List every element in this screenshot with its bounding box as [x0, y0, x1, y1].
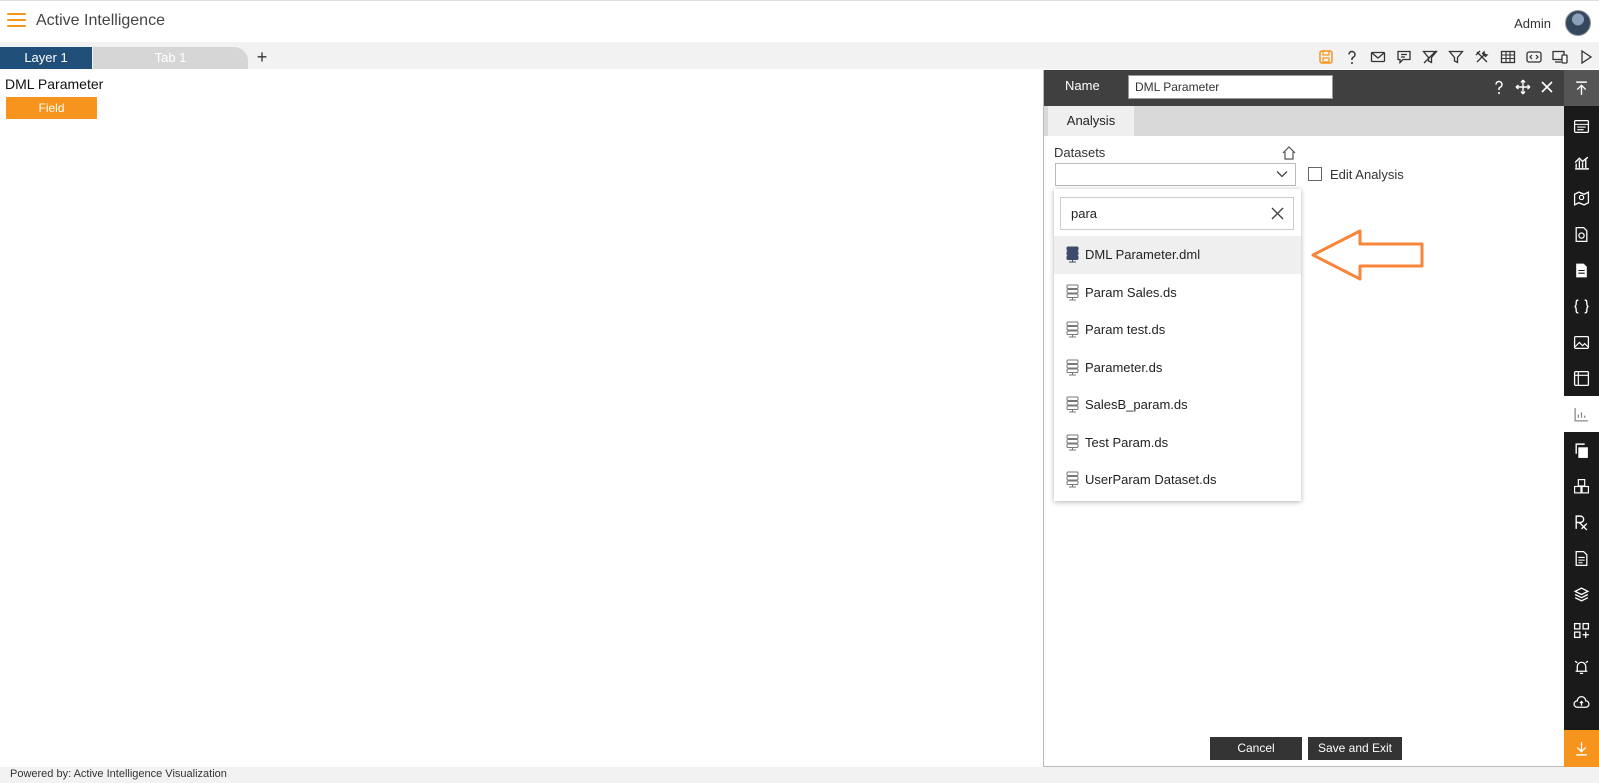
- dataset-list-item[interactable]: Test Param.ds: [1054, 424, 1301, 462]
- dataset-list-item-label: Test Param.ds: [1085, 434, 1169, 450]
- dataset-list-item[interactable]: DML Parameter.dml: [1054, 236, 1301, 274]
- dataset-list-item[interactable]: Param Sales.ds: [1054, 274, 1301, 312]
- help-icon[interactable]: [1491, 78, 1507, 96]
- edit-analysis-checkbox[interactable]: [1308, 167, 1322, 181]
- layers-icon[interactable]: [1564, 576, 1599, 612]
- menu-icon[interactable]: [7, 13, 26, 29]
- toolbar: [1317, 48, 1595, 66]
- database-icon: [1066, 471, 1079, 488]
- clear-filter-icon[interactable]: [1421, 48, 1439, 66]
- grid-widget-icon[interactable]: [1564, 108, 1599, 144]
- document-chart-icon[interactable]: [1564, 216, 1599, 252]
- top-bar: Active Intelligence Admin: [0, 0, 1599, 42]
- alarm-icon[interactable]: [1564, 648, 1599, 684]
- tab-strip: Layer 1 Tab 1 +: [0, 42, 1599, 69]
- clear-search-icon[interactable]: [1270, 206, 1285, 221]
- dataset-list-item-label: Param Sales.ds: [1085, 284, 1177, 300]
- dataset-list-item-label: DML Parameter.dml: [1085, 247, 1201, 263]
- rx-icon[interactable]: [1564, 504, 1599, 540]
- parameter-widget-icon[interactable]: [1564, 396, 1599, 432]
- tools-icon[interactable]: [1473, 48, 1491, 66]
- dataset-list-item[interactable]: Parameter.ds: [1054, 349, 1301, 387]
- avatar[interactable]: [1565, 10, 1591, 36]
- move-icon[interactable]: [1515, 78, 1531, 96]
- dataset-list-item[interactable]: Param test.ds: [1054, 311, 1301, 349]
- scroll-bottom-icon[interactable]: [1564, 730, 1599, 766]
- database-icon: [1066, 396, 1079, 413]
- image-widget-icon[interactable]: [1564, 324, 1599, 360]
- chart-widget-icon[interactable]: [1564, 144, 1599, 180]
- dataset-list-item-label: SalesB_param.ds: [1085, 397, 1188, 413]
- dataset-list-item[interactable]: SalesB_param.ds: [1054, 386, 1301, 424]
- dataset-list-item-label: Parameter.ds: [1085, 359, 1163, 375]
- rail-bottom: [1564, 730, 1599, 767]
- close-icon[interactable]: [1539, 78, 1555, 96]
- datasets-dropdown: DML Parameter.dml Param Sales.ds Param tes…: [1054, 189, 1301, 501]
- dataset-search-input[interactable]: [1071, 206, 1261, 221]
- cubes-icon[interactable]: [1564, 468, 1599, 504]
- filter-icon[interactable]: [1447, 48, 1465, 66]
- database-icon: [1066, 284, 1079, 301]
- footer: Powered by: Active Intelligence Visualiz…: [0, 767, 1599, 783]
- dataset-list: DML Parameter.dml Param Sales.ds Param tes…: [1054, 236, 1301, 499]
- datasets-select[interactable]: [1055, 163, 1296, 186]
- scroll-top-icon[interactable]: [1564, 70, 1599, 106]
- widget-rail: [1564, 70, 1599, 767]
- panel-header-icons: [1491, 78, 1555, 96]
- footer-text: Powered by: Active Intelligence Visualiz…: [10, 768, 227, 780]
- database-icon: [1066, 246, 1079, 263]
- user-name[interactable]: Admin: [1514, 16, 1551, 31]
- chevron-down-icon: [1275, 167, 1289, 181]
- copy-icon[interactable]: [1564, 432, 1599, 468]
- dataset-list-item[interactable]: UserParam Dataset.ds: [1054, 461, 1301, 499]
- annotation-arrow-icon: [1311, 229, 1424, 281]
- mail-icon[interactable]: [1369, 48, 1387, 66]
- embed-icon[interactable]: [1525, 48, 1543, 66]
- map-widget-icon[interactable]: [1564, 180, 1599, 216]
- name-label: Name: [1065, 78, 1100, 93]
- save-icon[interactable]: [1317, 48, 1335, 66]
- tab-tab-1[interactable]: Tab 1: [93, 47, 248, 69]
- tab-layer-1[interactable]: Layer 1: [0, 47, 92, 69]
- panel-header: Name: [1044, 70, 1565, 106]
- table-icon[interactable]: [1499, 48, 1517, 66]
- tab-analysis[interactable]: Analysis: [1048, 106, 1134, 136]
- pivot-table-icon[interactable]: [1564, 360, 1599, 396]
- field-button[interactable]: Field: [6, 97, 97, 119]
- home-icon[interactable]: [1281, 145, 1297, 161]
- dataset-list-item-label: Param test.ds: [1085, 322, 1166, 338]
- document-icon[interactable]: [1564, 252, 1599, 288]
- code-braces-icon[interactable]: [1564, 288, 1599, 324]
- cloud-upload-icon[interactable]: [1564, 684, 1599, 720]
- comment-icon[interactable]: [1395, 48, 1413, 66]
- play-icon[interactable]: [1577, 48, 1595, 66]
- dataset-search: [1060, 197, 1294, 230]
- help-icon[interactable]: [1343, 48, 1361, 66]
- name-input[interactable]: [1128, 75, 1333, 99]
- devices-icon[interactable]: [1551, 48, 1569, 66]
- report-icon[interactable]: [1564, 540, 1599, 576]
- rail-top: [1564, 70, 1599, 106]
- widget-title: DML Parameter: [5, 76, 104, 92]
- edit-analysis-label: Edit Analysis: [1330, 167, 1404, 182]
- cancel-button[interactable]: Cancel: [1210, 737, 1302, 760]
- add-tab-button[interactable]: +: [253, 46, 271, 68]
- database-icon: [1066, 434, 1079, 451]
- dataset-list-item-label: UserParam Dataset.ds: [1085, 472, 1217, 488]
- datasets-label: Datasets: [1054, 145, 1106, 160]
- panel-tabs: Analysis: [1044, 106, 1565, 136]
- app-title: Active Intelligence: [36, 12, 165, 29]
- save-and-exit-button[interactable]: Save and Exit: [1308, 737, 1402, 760]
- database-icon: [1066, 359, 1079, 376]
- add-widget-icon[interactable]: [1564, 612, 1599, 648]
- database-icon: [1066, 321, 1079, 338]
